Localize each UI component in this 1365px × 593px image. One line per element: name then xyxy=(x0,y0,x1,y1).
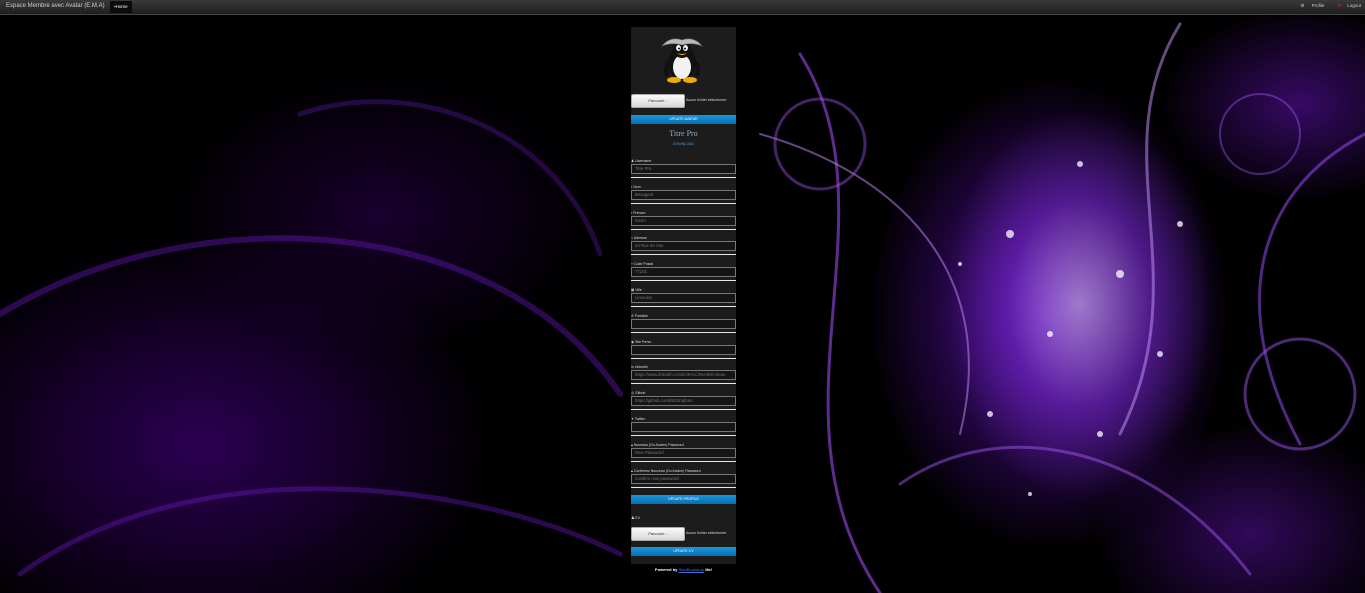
footer: Powered by StartBootstrap Me! xyxy=(654,567,713,572)
field-input[interactable]: https://www.linkedin.com/in/K%C3%A9vin-b… xyxy=(631,370,736,381)
field-1: ▪ Nom Beaugeol xyxy=(631,185,736,204)
field-input[interactable]: https://github.com/BEGraphon xyxy=(631,396,736,407)
field-divider xyxy=(631,254,736,256)
field-8: in Linkedin https://www.linkedin.com/in/K… xyxy=(631,365,736,385)
field-divider xyxy=(631,331,736,333)
avatar-browse-button[interactable]: Parcourir... xyxy=(631,94,685,108)
brand-title[interactable]: Espace Membre avec Avatar (E.M.A) xyxy=(6,3,105,9)
field-divider xyxy=(631,460,736,462)
field-12: 🔒︎ Confirmez Nouveau (Ou Ancien) Passwor… xyxy=(631,469,736,488)
field-10: ✦ Twitter xyxy=(631,417,736,436)
logout-icon: ⏻ xyxy=(1337,3,1342,8)
avatar-no-file-text: Aucun fichier sélectionné. xyxy=(686,98,727,102)
field-input[interactable]: Confirm new password xyxy=(631,473,736,484)
cv-browse-button[interactable]: Parcourir... xyxy=(631,527,685,541)
top-navbar: Espace Membre avec Avatar (E.M.A) ▪Home … xyxy=(0,0,1365,15)
field-11: 🔒︎ Nouveau (Ou Ancien) Password New Passw… xyxy=(631,443,736,462)
field-3: ⌂ Adresse 24 Rue de Vue xyxy=(631,236,736,256)
nav-right: ⚙ Profile ⏻ Logout xyxy=(1288,3,1361,9)
field-input[interactable]: Limoussi xyxy=(631,293,736,303)
cv-file-row: Parcourir... Aucun fichier sélectionné. xyxy=(631,527,736,541)
field-input[interactable] xyxy=(631,318,736,329)
user-icon: ⚙ xyxy=(1300,3,1305,8)
cv-section-label: ♟CV xyxy=(631,515,641,520)
nav-profile-link[interactable]: ⚙ Profile xyxy=(1294,3,1324,8)
footer-link[interactable]: StartBootstrap xyxy=(678,567,704,572)
field-input[interactable] xyxy=(631,422,736,432)
field-input[interactable] xyxy=(631,344,736,355)
field-4: ⌖ Code Postal 77101 xyxy=(631,262,736,282)
field-5: ▦ Ville Limoussi xyxy=(631,288,736,307)
field-input[interactable]: 77101 xyxy=(631,267,736,278)
field-divider xyxy=(631,202,736,204)
avatar-penguin-icon xyxy=(661,38,703,83)
cv-no-file-text: Aucun fichier sélectionné. xyxy=(686,531,727,535)
field-divider xyxy=(631,280,736,282)
field-divider xyxy=(631,435,736,436)
update-avatar-button[interactable]: UPDATE AVATAR xyxy=(631,115,736,124)
field-input[interactable]: Titre Pro xyxy=(631,164,736,174)
field-divider xyxy=(631,306,736,307)
profile-username: Titre Pro xyxy=(669,129,698,138)
nav-logout-link[interactable]: ⏻ Logout xyxy=(1332,3,1361,8)
avatar-file-row: Parcourir... Aucun fichier sélectionné. xyxy=(631,94,736,108)
field-divider xyxy=(631,177,736,178)
nav-home-link[interactable]: ▪Home xyxy=(110,1,132,13)
field-input[interactable]: Kevin xyxy=(631,215,736,226)
field-divider xyxy=(631,383,736,385)
field-2: ▪ Prenom Kevin xyxy=(631,211,736,230)
field-divider xyxy=(631,228,736,230)
field-input[interactable]: Beaugeol xyxy=(631,189,736,200)
field-divider xyxy=(631,409,736,411)
field-9: ◎ Github https://github.com/BEGraphon xyxy=(631,391,736,411)
field-divider xyxy=(631,486,736,488)
field-0: ♟ Username Titre Pro xyxy=(631,159,736,178)
field-6: ✆ Portable xyxy=(631,314,736,333)
field-7: ◉ Site Perso xyxy=(631,340,736,359)
field-input[interactable]: 24 Rue de Vue xyxy=(631,241,736,252)
field-input[interactable]: New Password xyxy=(631,447,736,458)
field-divider xyxy=(631,357,736,359)
update-profile-button[interactable]: UPDATE PROFILE xyxy=(631,495,736,504)
update-cv-button[interactable]: UPDATE CV xyxy=(631,547,736,556)
download-link[interactable]: DOWNLOAD xyxy=(631,142,736,146)
